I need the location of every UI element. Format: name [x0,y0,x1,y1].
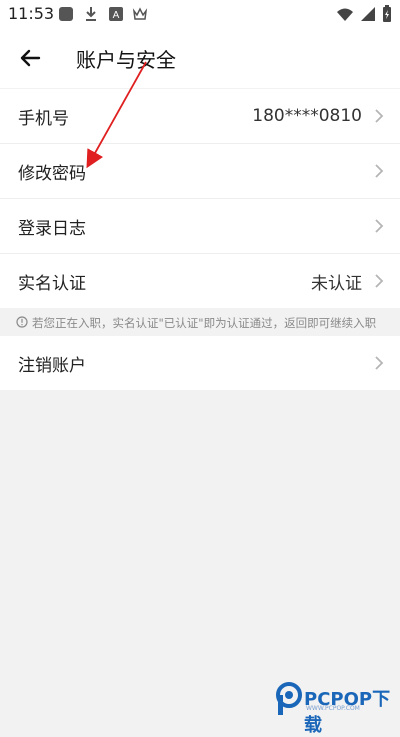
change-password-row[interactable]: 修改密码 [0,143,400,198]
status-time: 11:53 [8,4,55,23]
login-log-label: 登录日志 [18,218,86,239]
battery-icon [382,5,392,27]
chevron-right-icon [374,355,384,371]
chevron-right-icon [374,108,384,124]
notice-text: 若您正在入职，实名认证"已认证"即为认证通过，返回即可继续入职 [32,316,377,330]
change-password-label: 修改密码 [18,163,86,184]
phone-value: 180****0810 [252,106,362,126]
download-icon [84,6,98,26]
chevron-right-icon [374,273,384,289]
login-log-row[interactable]: 登录日志 [0,198,400,253]
settings-group-account: 注销账户 [0,336,400,390]
page-title: 账户与安全 [76,48,176,72]
status-right-icons [336,5,392,27]
real-name-notice: 若您正在入职，实名认证"已认证"即为认证通过，返回即可继续入职 [0,310,400,336]
wifi-icon [336,6,354,26]
delete-account-row[interactable]: 注销账户 [0,336,400,390]
watermark-logo: PCPOP下载 WWW.PCPOP.COM [276,682,398,736]
signal-icon [360,6,376,26]
app-bar: 账户与安全 [0,28,400,88]
pcpop-logo-icon [276,682,304,720]
delete-account-label: 注销账户 [18,355,86,376]
crown-icon [132,6,148,26]
phone-row[interactable]: 手机号 180****0810 [0,89,400,143]
app-icon [58,6,74,26]
svg-text:A: A [113,10,120,21]
real-name-row[interactable]: 实名认证 未认证 [0,253,400,308]
real-name-value: 未认证 [311,273,362,294]
a-icon: A [108,6,124,26]
settings-group-main: 手机号 180****0810 修改密码 登录日志 实名认证 未认证 [0,89,400,308]
status-bar: 11:53 A [0,0,400,28]
chevron-right-icon [374,218,384,234]
phone-label: 手机号 [18,108,69,129]
watermark-subtext: WWW.PCPOP.COM [306,705,360,712]
info-icon [16,316,28,331]
arrow-left-icon[interactable] [18,46,42,70]
chevron-right-icon [374,163,384,179]
real-name-label: 实名认证 [18,273,86,294]
